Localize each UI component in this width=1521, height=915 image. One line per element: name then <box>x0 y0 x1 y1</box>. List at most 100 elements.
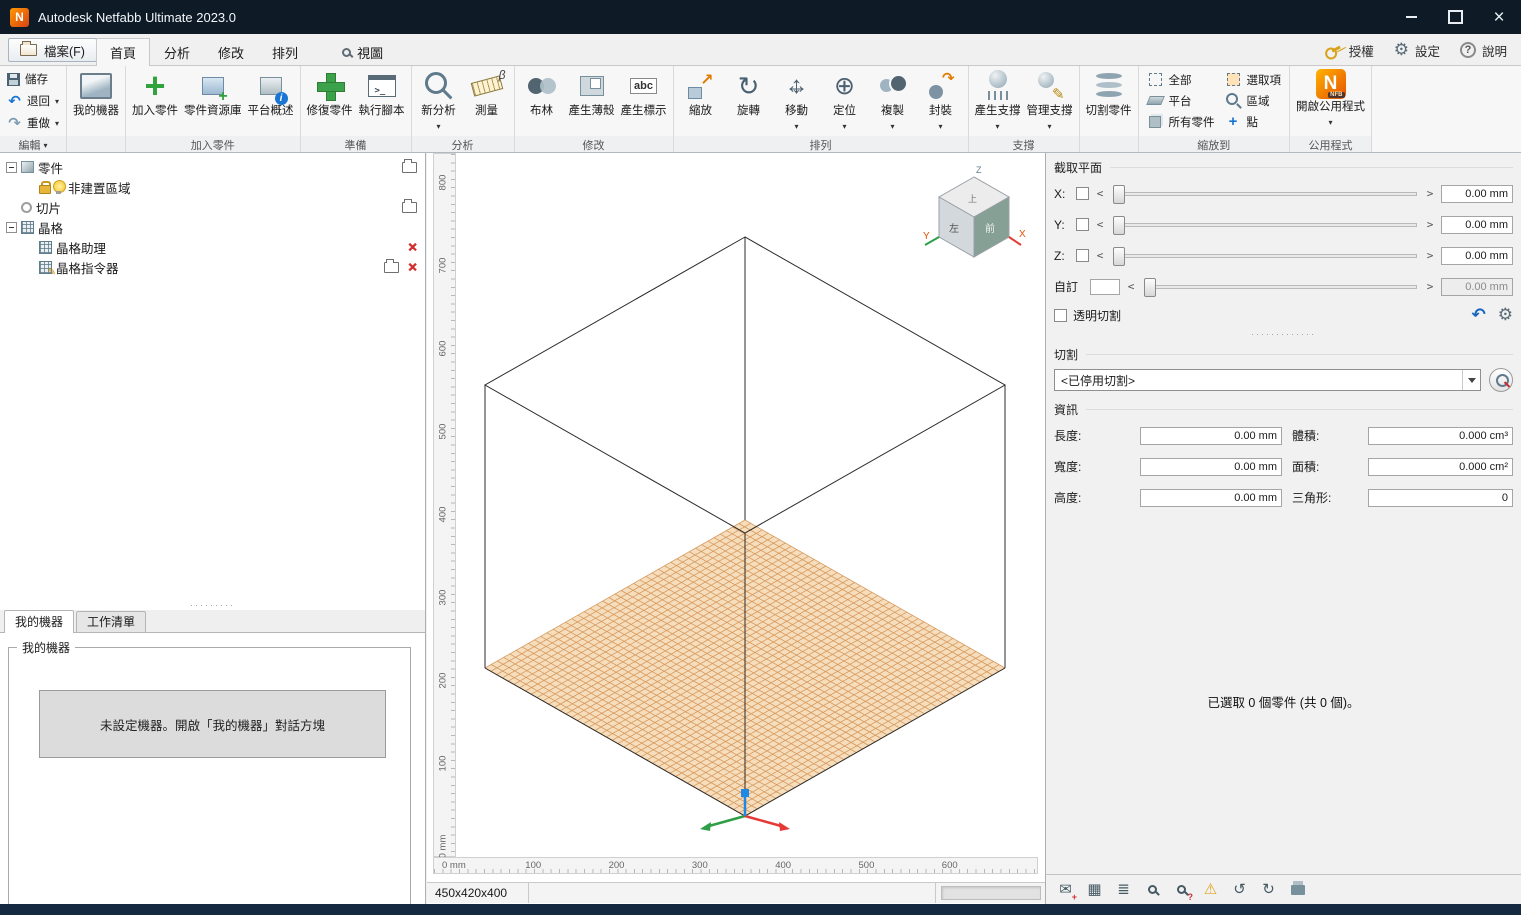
pack-button[interactable]: 封裝 <box>917 67 965 136</box>
tab-modify[interactable]: 修改 <box>204 38 258 65</box>
slice-stack-button[interactable]: ≣ <box>1110 878 1137 902</box>
open-folder-icon[interactable] <box>402 202 417 213</box>
slider-right-arrow[interactable] <box>1425 280 1435 293</box>
slider-right-arrow[interactable] <box>1425 218 1435 231</box>
navigation-cube[interactable]: 上 左 前 Y X Z <box>923 165 1026 257</box>
tree-row-slices[interactable]: 切片 <box>0 197 425 217</box>
viewport[interactable]: 8007006005004003002001000 mm 上 左 <box>427 153 1046 904</box>
clip-plane-slider[interactable] <box>1113 223 1417 227</box>
warning-list-button[interactable]: ⚠ <box>1197 878 1224 902</box>
zoom-all-parts-button[interactable]: 所有零件 <box>1145 114 1217 130</box>
slider-left-arrow[interactable] <box>1126 280 1136 293</box>
tree-row-lattice[interactable]: 晶格 <box>0 217 425 237</box>
slider-thumb[interactable] <box>1144 278 1156 297</box>
slider-right-arrow[interactable] <box>1425 249 1435 262</box>
open-folder-icon[interactable] <box>384 262 399 273</box>
generate-support-button[interactable]: 產生支撐 <box>972 67 1024 136</box>
undo-history-button[interactable]: ↺ <box>1226 878 1253 902</box>
custom-plane-input[interactable] <box>1090 279 1120 295</box>
tab-analysis[interactable]: 分析 <box>150 38 204 65</box>
clipping-settings-button[interactable] <box>1498 305 1513 325</box>
zoom-point-button[interactable]: 點 <box>1223 114 1284 130</box>
tab-job-list[interactable]: 工作清單 <box>76 611 146 632</box>
add-part-button[interactable]: 加入零件 <box>129 67 181 136</box>
no-machine-message[interactable]: 未設定機器。開啟「我的機器」對話方塊 <box>39 690 386 758</box>
zoom-all-button[interactable]: 全部 <box>1145 72 1217 88</box>
transparent-cut-checkbox[interactable] <box>1054 309 1067 322</box>
maximize-button[interactable] <box>1433 0 1477 34</box>
slider-thumb[interactable] <box>1113 247 1125 266</box>
clip-enable-checkbox[interactable] <box>1076 249 1089 262</box>
delete-icon[interactable]: × <box>408 260 417 275</box>
close-button[interactable] <box>1477 0 1521 34</box>
collapse-toggle[interactable] <box>6 222 17 233</box>
clip-enable-checkbox[interactable] <box>1076 218 1089 231</box>
file-menu-button[interactable]: 檔案(F) <box>8 38 97 62</box>
tree-row-lattice-assistant[interactable]: 晶格助理× <box>0 237 425 257</box>
zoom-region-button[interactable]: 區域 <box>1223 93 1284 109</box>
panel-splitter[interactable] <box>0 600 425 610</box>
platform-overview-button[interactable]: 平台概述 <box>245 67 297 136</box>
printer-button[interactable] <box>1284 878 1311 902</box>
boolean-button[interactable]: 布林 <box>518 67 566 136</box>
rotate-button[interactable]: 旋轉 <box>725 67 773 136</box>
clip-plane-slider[interactable] <box>1113 254 1417 258</box>
measure-button[interactable]: 測量β <box>463 67 511 136</box>
tab-my-machines[interactable]: 我的機器 <box>4 610 74 633</box>
tab-view[interactable]: 視圖 <box>328 38 397 65</box>
slider-left-arrow[interactable] <box>1095 187 1105 200</box>
collapse-toggle[interactable] <box>6 162 17 173</box>
cut-preview-button[interactable] <box>1489 368 1513 392</box>
undo-button[interactable]: 退回 <box>4 91 62 111</box>
scale-button[interactable]: 縮放 <box>677 67 725 136</box>
zoom-tool-button[interactable] <box>1139 878 1166 902</box>
slider-thumb[interactable] <box>1113 185 1125 204</box>
clip-enable-checkbox[interactable] <box>1076 187 1089 200</box>
manage-support-button[interactable]: 管理支撐 <box>1024 67 1076 136</box>
zoom-selection-button[interactable]: 選取項 <box>1223 72 1284 88</box>
lattice-tool-icon: ▦ <box>1087 882 1101 897</box>
cut-mode-dropdown[interactable]: <已停用切割> <box>1054 369 1481 391</box>
minimize-button[interactable] <box>1389 0 1433 34</box>
lattice-tool-button[interactable]: ▦ <box>1081 878 1108 902</box>
tree-row-lattice-commander[interactable]: 晶格指令器× <box>0 257 425 277</box>
section-divider[interactable] <box>1046 328 1521 340</box>
custom-plane-slider[interactable] <box>1144 285 1417 289</box>
redo-button[interactable]: 重做 <box>4 113 62 133</box>
scene-3d[interactable]: 上 左 前 Y X Z <box>457 153 1043 857</box>
slider-left-arrow[interactable] <box>1095 249 1105 262</box>
tree-row-parts[interactable]: 零件 <box>0 157 425 177</box>
help-button[interactable]: 說明 <box>1460 41 1507 60</box>
my-machines-button[interactable]: 我的機器 <box>70 67 122 136</box>
slice-parts-button[interactable]: 切割零件 <box>1083 67 1135 136</box>
slider-thumb[interactable] <box>1113 216 1125 235</box>
settings-button[interactable]: 設定 <box>1394 40 1440 60</box>
visibility-icon[interactable] <box>53 180 64 194</box>
duplicate-button[interactable]: 複製 <box>869 67 917 136</box>
part-library-button[interactable]: 零件資源庫 <box>181 67 245 136</box>
repair-part-button[interactable]: 修復零件 <box>304 67 356 136</box>
position-button[interactable]: 定位 <box>821 67 869 136</box>
move-button[interactable]: 移動 <box>773 67 821 136</box>
open-folder-icon[interactable] <box>402 162 417 173</box>
tab-home[interactable]: 首頁 <box>96 38 150 66</box>
generate-label-button[interactable]: 產生標示 <box>618 67 670 136</box>
tree-row-no-build-zone[interactable]: 非建置區域 <box>0 177 425 197</box>
open-utility-button[interactable]: 開啟公用程式 <box>1293 67 1368 136</box>
new-analysis-button[interactable]: 新分析 <box>415 67 463 136</box>
license-button[interactable]: 授權 <box>1324 41 1374 60</box>
slider-left-arrow[interactable] <box>1095 218 1105 231</box>
generate-shell-button[interactable]: 產生薄殼 <box>566 67 618 136</box>
ribbon-group-label-edit[interactable]: 編輯 <box>0 136 66 153</box>
delete-icon[interactable]: × <box>408 240 417 255</box>
zoom-platform-button[interactable]: 平台 <box>1145 93 1217 109</box>
tab-arrange[interactable]: 排列 <box>258 38 312 65</box>
reset-clipping-button[interactable] <box>1472 305 1486 325</box>
run-script-button[interactable]: 執行腳本 <box>356 67 408 136</box>
clip-plane-slider[interactable] <box>1113 192 1417 196</box>
part-check-button[interactable]: ? <box>1168 878 1195 902</box>
message-add-button[interactable]: ✉+ <box>1052 878 1079 902</box>
slider-right-arrow[interactable] <box>1425 187 1435 200</box>
redo-history-button[interactable]: ↻ <box>1255 878 1282 902</box>
save-button[interactable]: 儲存 <box>4 69 62 89</box>
